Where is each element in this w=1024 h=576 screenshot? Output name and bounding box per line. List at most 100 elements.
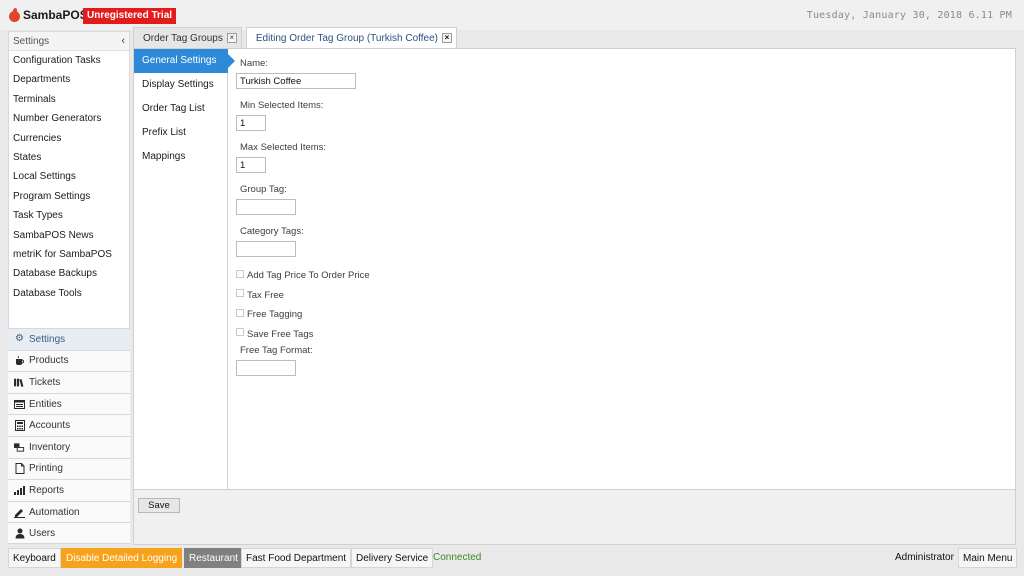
connection-status: Connected (433, 552, 482, 563)
nav-item-label: Printing (29, 463, 63, 475)
category-tags-field[interactable] (236, 241, 296, 257)
tab-editing-order-tag-group[interactable]: Editing Order Tag Group (Turkish Coffee)… (245, 27, 457, 48)
settings-item-number-generators[interactable]: Number Generators (9, 109, 129, 128)
add-tag-price-row[interactable]: Add Tag Price To Order Price (236, 266, 536, 286)
name-field[interactable] (236, 73, 356, 89)
settings-item-metrik[interactable]: metriK for SambaPOS (9, 245, 129, 264)
subnav-general-settings[interactable]: General Settings (134, 49, 235, 73)
editor-subnav: General Settings Display Settings Order … (134, 49, 235, 489)
document-tabs: Order Tag Groups × Editing Order Tag Gro… (133, 27, 461, 48)
settings-list: Configuration Tasks Departments Terminal… (9, 51, 129, 303)
free-tag-format-field[interactable] (236, 360, 296, 376)
save-free-tags-checkbox[interactable] (236, 328, 244, 337)
group-tag-field[interactable] (236, 199, 296, 215)
general-settings-form: Name: Min Selected Items: Max Selected I… (236, 57, 536, 386)
app-logo: SambaPOS (8, 7, 88, 22)
sambapos-logo-icon (8, 7, 20, 22)
settings-item-sambapos-news[interactable]: SambaPOS News (9, 226, 129, 245)
min-selected-field[interactable] (236, 115, 266, 131)
collapse-chevron-icon[interactable]: ‹ (121, 35, 125, 47)
nav-item-label: Reports (29, 484, 65, 496)
add-tag-price-checkbox[interactable] (236, 269, 244, 278)
settings-item-local-settings[interactable]: Local Settings (9, 167, 129, 186)
entities-icon (14, 399, 25, 410)
tax-free-checkbox[interactable] (236, 289, 244, 298)
subnav-prefix-list[interactable]: Prefix List (134, 121, 227, 145)
max-selected-field[interactable] (236, 157, 266, 173)
settings-item-task-types[interactable]: Task Types (9, 206, 129, 225)
category-tags-label: Category Tags: (240, 226, 304, 237)
nav-item-accounts[interactable]: Accounts (8, 414, 130, 436)
settings-item-program-settings[interactable]: Program Settings (9, 187, 129, 206)
add-tag-price-label: Add Tag Price To Order Price (247, 270, 370, 282)
nav-item-label: Settings (29, 333, 66, 345)
calculator-icon (14, 420, 25, 432)
settings-panel-header: Settings ‹ (9, 32, 129, 51)
subnav-mappings[interactable]: Mappings (134, 145, 227, 169)
nav-item-products[interactable]: Products (8, 349, 130, 372)
nav-item-label: Inventory (29, 441, 71, 453)
nav-item-reports[interactable]: Reports (8, 479, 130, 501)
main-nav: ⚙ Settings Products Tickets Entities Acc… (8, 328, 130, 544)
save-button[interactable]: Save (138, 498, 180, 513)
status-bar: Keyboard Disable Detailed Logging Restau… (0, 548, 1024, 570)
save-free-tags-row[interactable]: Save Free Tags (236, 325, 536, 345)
close-icon[interactable]: × (441, 33, 452, 43)
main-menu-button[interactable]: Main Menu (958, 548, 1018, 568)
free-tagging-label: Free Tagging (247, 309, 303, 321)
workspace: Order Tag Groups × Editing Order Tag Gro… (133, 27, 1016, 545)
nav-item-label: Automation (29, 506, 80, 518)
nav-item-label: Tickets (29, 376, 61, 388)
settings-item-configuration-tasks[interactable]: Configuration Tasks (9, 51, 129, 70)
tab-order-tag-groups[interactable]: Order Tag Groups × (133, 27, 242, 48)
tax-free-label: Tax Free (247, 289, 284, 301)
document-icon (14, 463, 25, 475)
nav-item-tickets[interactable]: Tickets (8, 371, 130, 393)
name-label: Name: (240, 58, 268, 69)
nav-item-printing[interactable]: Printing (8, 457, 130, 480)
tab-label: Order Tag Groups (143, 32, 223, 44)
settings-item-departments[interactable]: Departments (9, 70, 129, 89)
settings-item-database-tools[interactable]: Database Tools (9, 284, 129, 303)
free-tagging-row[interactable]: Free Tagging (236, 305, 536, 325)
nav-item-label: Accounts (29, 420, 71, 432)
editor-content: General Settings Display Settings Order … (133, 48, 1016, 545)
settings-item-states[interactable]: States (9, 148, 129, 167)
max-selected-label: Max Selected Items: (240, 142, 327, 153)
subnav-display-settings[interactable]: Display Settings (134, 73, 227, 97)
datetime-display: Tuesday, January 30, 2018 6.11 PM (806, 10, 1012, 21)
subnav-order-tag-list[interactable]: Order Tag List (134, 97, 227, 121)
editor-bottom-bar: Save (134, 489, 1015, 544)
nav-item-settings[interactable]: ⚙ Settings (8, 328, 130, 350)
app-logo-text: SambaPOS (23, 8, 88, 22)
nav-item-users[interactable]: Users (8, 522, 130, 544)
settings-item-currencies[interactable]: Currencies (9, 129, 129, 148)
current-user: Administrator (895, 552, 954, 563)
department-button[interactable]: Fast Food Department (241, 548, 352, 568)
user-icon (14, 528, 25, 539)
coffee-icon (14, 355, 25, 366)
group-tag-label: Group Tag: (240, 184, 287, 195)
free-tagging-checkbox[interactable] (236, 308, 244, 317)
restaurant-button[interactable]: Restaurant (184, 548, 243, 568)
save-free-tags-label: Save Free Tags (247, 328, 314, 340)
nav-item-automation[interactable]: Automation (8, 500, 130, 523)
trial-badge: Unregistered Trial (83, 8, 177, 24)
nav-item-label: Entities (29, 398, 62, 410)
close-icon[interactable]: × (226, 33, 237, 43)
settings-panel-title: Settings (13, 35, 50, 47)
keyboard-button[interactable]: Keyboard (8, 548, 61, 568)
settings-item-database-backups[interactable]: Database Backups (9, 264, 129, 283)
nav-item-inventory[interactable]: Inventory (8, 435, 130, 458)
disable-logging-button[interactable]: Disable Detailed Logging (61, 548, 183, 568)
tab-label: Editing Order Tag Group (Turkish Coffee) (255, 32, 438, 44)
options-checkboxes: Add Tag Price To Order Price Tax Free Fr… (236, 266, 536, 344)
top-bar: SambaPOS Unregistered Trial Tuesday, Jan… (0, 0, 1024, 30)
gear-icon: ⚙ (15, 333, 24, 345)
inventory-icon (14, 442, 25, 453)
nav-item-entities[interactable]: Entities (8, 392, 130, 415)
tax-free-row[interactable]: Tax Free (236, 286, 536, 306)
settings-item-terminals[interactable]: Terminals (9, 90, 129, 109)
free-tag-format-label: Free Tag Format: (240, 345, 313, 356)
delivery-service-button[interactable]: Delivery Service (351, 548, 434, 568)
